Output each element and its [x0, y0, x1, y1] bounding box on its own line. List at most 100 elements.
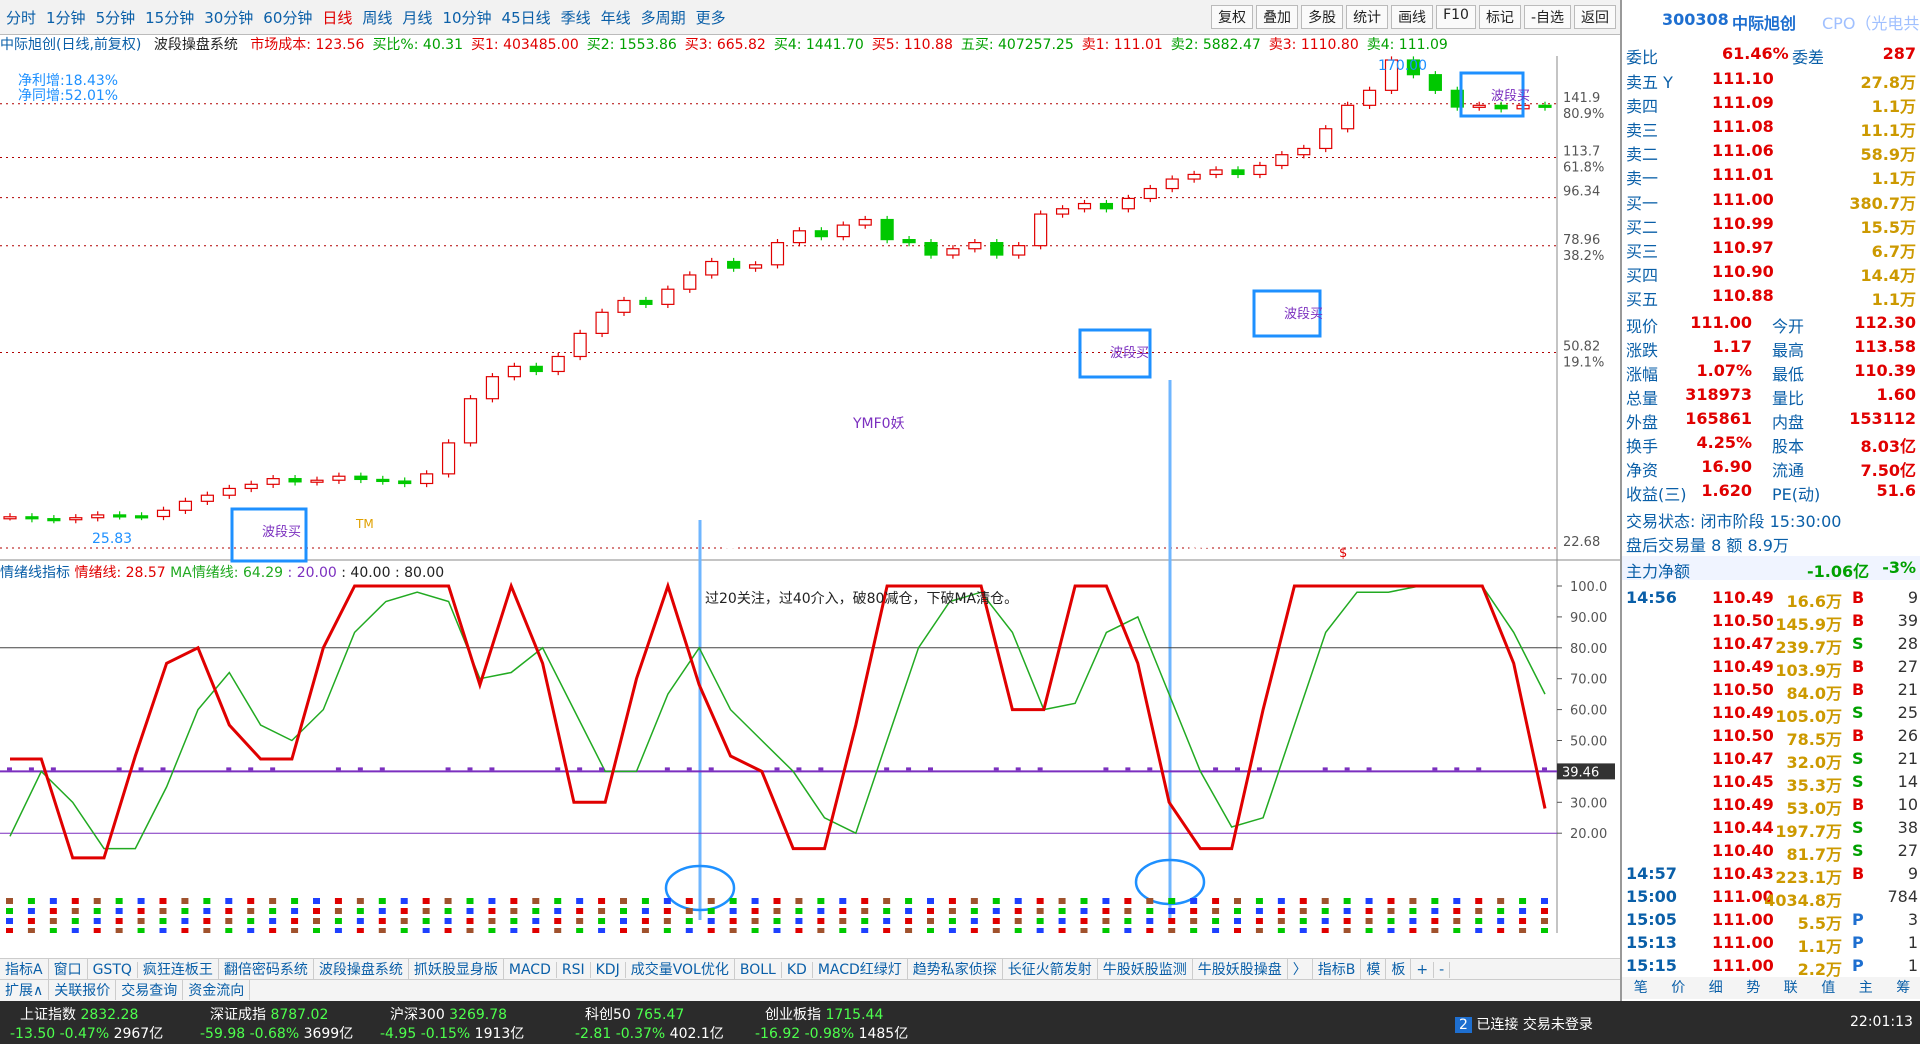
- weibi-row-cell-1: 61.46%: [1722, 44, 1789, 63]
- period-tab-7[interactable]: 周线: [362, 7, 392, 28]
- period-tab-5[interactable]: 60分钟: [263, 7, 312, 28]
- indicator-tab-1[interactable]: 窗口: [49, 959, 88, 979]
- indicator-tab-20[interactable]: 模: [1361, 959, 1387, 979]
- indicator-name[interactable]: 波段操盘系统: [154, 37, 238, 53]
- signal-dot-3-38: [839, 928, 847, 933]
- indicator-tab-21[interactable]: 板: [1386, 959, 1412, 979]
- indicator-tab-5[interactable]: 波段操盘系统: [314, 959, 409, 979]
- signal-dot-0-55: [1212, 898, 1220, 904]
- period-tab-9[interactable]: 10分钟: [442, 7, 491, 28]
- detail-tab-5[interactable]: 值: [1821, 977, 1835, 999]
- detail-tab-2[interactable]: 细: [1709, 977, 1723, 999]
- index-0[interactable]: 上证指数 2832.28: [20, 1004, 138, 1024]
- tool-button-5[interactable]: F10: [1436, 5, 1476, 29]
- ask-row-0: 卖五 Y 111.10 27.8万: [1622, 67, 1920, 92]
- period-tab-8[interactable]: 月线: [402, 7, 432, 28]
- detail-tab-7[interactable]: 筹: [1896, 977, 1910, 999]
- period-tab-10[interactable]: 45日线: [502, 7, 551, 28]
- index-chg-1: -59.98: [200, 1026, 250, 1042]
- signal-dot-3-13: [291, 928, 299, 933]
- tool-button-1[interactable]: 叠加: [1256, 5, 1299, 29]
- tool-button-6[interactable]: 标记: [1478, 5, 1521, 29]
- tool-button-3[interactable]: 统计: [1346, 5, 1389, 29]
- period-tab-3[interactable]: 15分钟: [145, 7, 194, 28]
- signal-dot-3-20: [444, 928, 452, 933]
- indicator-tab-7[interactable]: MACD: [504, 962, 557, 978]
- period-tab-12[interactable]: 年线: [601, 7, 631, 28]
- indicator-tab-16[interactable]: 牛股妖股监测: [1098, 959, 1193, 979]
- indicator-tab-3[interactable]: 疯狂连板王: [138, 959, 219, 979]
- stat-row-2-cell-1: 1.07%: [1696, 361, 1752, 380]
- indicator-tab-6[interactable]: 抓妖股显身版: [409, 959, 504, 979]
- price-chart[interactable]: 141.980.9% 113.761.8% 96.34 78.9638.2% 50.82…: [0, 56, 1620, 933]
- detail-tab-0[interactable]: 笔: [1634, 977, 1648, 999]
- period-tab-11[interactable]: 季线: [561, 7, 591, 28]
- detail-tab-3[interactable]: 势: [1746, 977, 1760, 999]
- period-tab-13[interactable]: 多周期: [641, 7, 686, 28]
- indicator-tab-18[interactable]: 〉: [1288, 959, 1313, 979]
- indicator-tab-9[interactable]: KDJ: [591, 962, 626, 978]
- period-tab-6[interactable]: 日线: [322, 7, 352, 28]
- detail-tab-1[interactable]: 价: [1671, 977, 1685, 999]
- period-tab-14[interactable]: 更多: [696, 7, 726, 28]
- detail-tab-6[interactable]: 主: [1859, 977, 1873, 999]
- detail-tab-4[interactable]: 联: [1784, 977, 1798, 999]
- signal-dot-1-64: [1409, 908, 1417, 914]
- tool-button-8[interactable]: 返回: [1574, 5, 1616, 29]
- extension-tab-1[interactable]: 关联报价: [49, 980, 117, 1000]
- indicator-tab-17[interactable]: 牛股妖股操盘: [1193, 959, 1288, 979]
- tool-button-2[interactable]: 多股: [1301, 5, 1344, 29]
- qxx-value: 情绪线: 28.57: [74, 565, 166, 581]
- indicator-tab-4[interactable]: 翻倍密码系统: [219, 959, 314, 979]
- indicator-tab-2[interactable]: GSTQ: [88, 962, 138, 978]
- index-3[interactable]: 科创50 765.47: [585, 1004, 684, 1024]
- index-4[interactable]: 创业板指 1715.44: [765, 1004, 883, 1024]
- indicator-tab-8[interactable]: RSI: [557, 962, 591, 978]
- tick-row-11: 110.40 81.7万 S 27: [1622, 839, 1920, 864]
- extension-tab-0[interactable]: 扩展∧: [0, 980, 50, 1000]
- index-1[interactable]: 深证成指 8787.02: [210, 1004, 328, 1024]
- extension-tab-3[interactable]: 资金流向: [183, 980, 251, 1000]
- signal-dot-3-21: [466, 928, 474, 933]
- signal-dot-3-27: [598, 928, 606, 933]
- index-2[interactable]: 沪深300 3269.78: [390, 1004, 507, 1024]
- indicator-tab-14[interactable]: 趋势私家侦探: [908, 959, 1003, 979]
- quote-panel: 300308中际旭创CPO（光电共封装）委比61.46%委差287卖五 Y111…: [1620, 0, 1920, 1001]
- signal-dot-2-13: [291, 918, 299, 924]
- indicator-tab-23[interactable]: -: [1434, 962, 1451, 978]
- indicator-tab-12[interactable]: KD: [782, 962, 813, 978]
- index-change-4: -16.92 -0.98% 1485亿: [755, 1023, 908, 1043]
- period-tab-1[interactable]: 1分钟: [46, 7, 86, 28]
- indicator-tab-13[interactable]: MACD红绿灯: [813, 959, 908, 979]
- tool-button-0[interactable]: 复权: [1211, 5, 1254, 29]
- stat-row-5-cell-3: 8.03亿: [1860, 437, 1916, 456]
- price-label-3: 78.96: [1563, 233, 1600, 248]
- indicator-tab-15[interactable]: 长征火箭发射: [1003, 959, 1098, 979]
- tool-button-7[interactable]: -自选: [1523, 5, 1571, 29]
- signal-dot-2-56: [1234, 918, 1241, 924]
- indicator-tab-0[interactable]: 指标A: [0, 959, 49, 979]
- indicator-tab-10[interactable]: 成交量VOL优化: [626, 959, 735, 979]
- indicator-title[interactable]: 情绪线指标: [0, 565, 70, 581]
- signal-dot-1-17: [378, 908, 386, 914]
- candle-body-35: [770, 242, 785, 266]
- info-item-3: 买2: 1553.86: [586, 37, 677, 53]
- info-line: 中际旭创(日线,前复权) 波段操盘系统 市场成本: 123.56 买比%: 40.…: [0, 34, 1620, 56]
- connection-status[interactable]: 2 已连接 交易未登录: [1455, 1014, 1593, 1034]
- candle-body-29: [639, 299, 653, 305]
- indicator-tab-11[interactable]: BOLL: [735, 962, 782, 978]
- indicator-tab-22[interactable]: +: [1411, 962, 1435, 978]
- tick-row-6-cell-1: 110.50: [1712, 726, 1774, 745]
- signal-dot-2-36: [795, 918, 803, 924]
- period-tab-4[interactable]: 30分钟: [204, 7, 253, 28]
- signal-dot-0-26: [576, 898, 584, 904]
- signal-dot-1-9: [203, 908, 211, 914]
- buy-signal-label-0: 波段买: [262, 525, 301, 540]
- tool-button-4[interactable]: 画线: [1391, 5, 1434, 29]
- period-tab-2[interactable]: 5分钟: [96, 7, 136, 28]
- period-tab-0[interactable]: 分时: [6, 7, 36, 28]
- indicator-tab-19[interactable]: 指标B: [1313, 959, 1362, 979]
- signal-dot-1-49: [1080, 908, 1088, 914]
- signal-dot-2-45: [992, 918, 1000, 924]
- extension-tab-2[interactable]: 交易查询: [116, 980, 184, 1000]
